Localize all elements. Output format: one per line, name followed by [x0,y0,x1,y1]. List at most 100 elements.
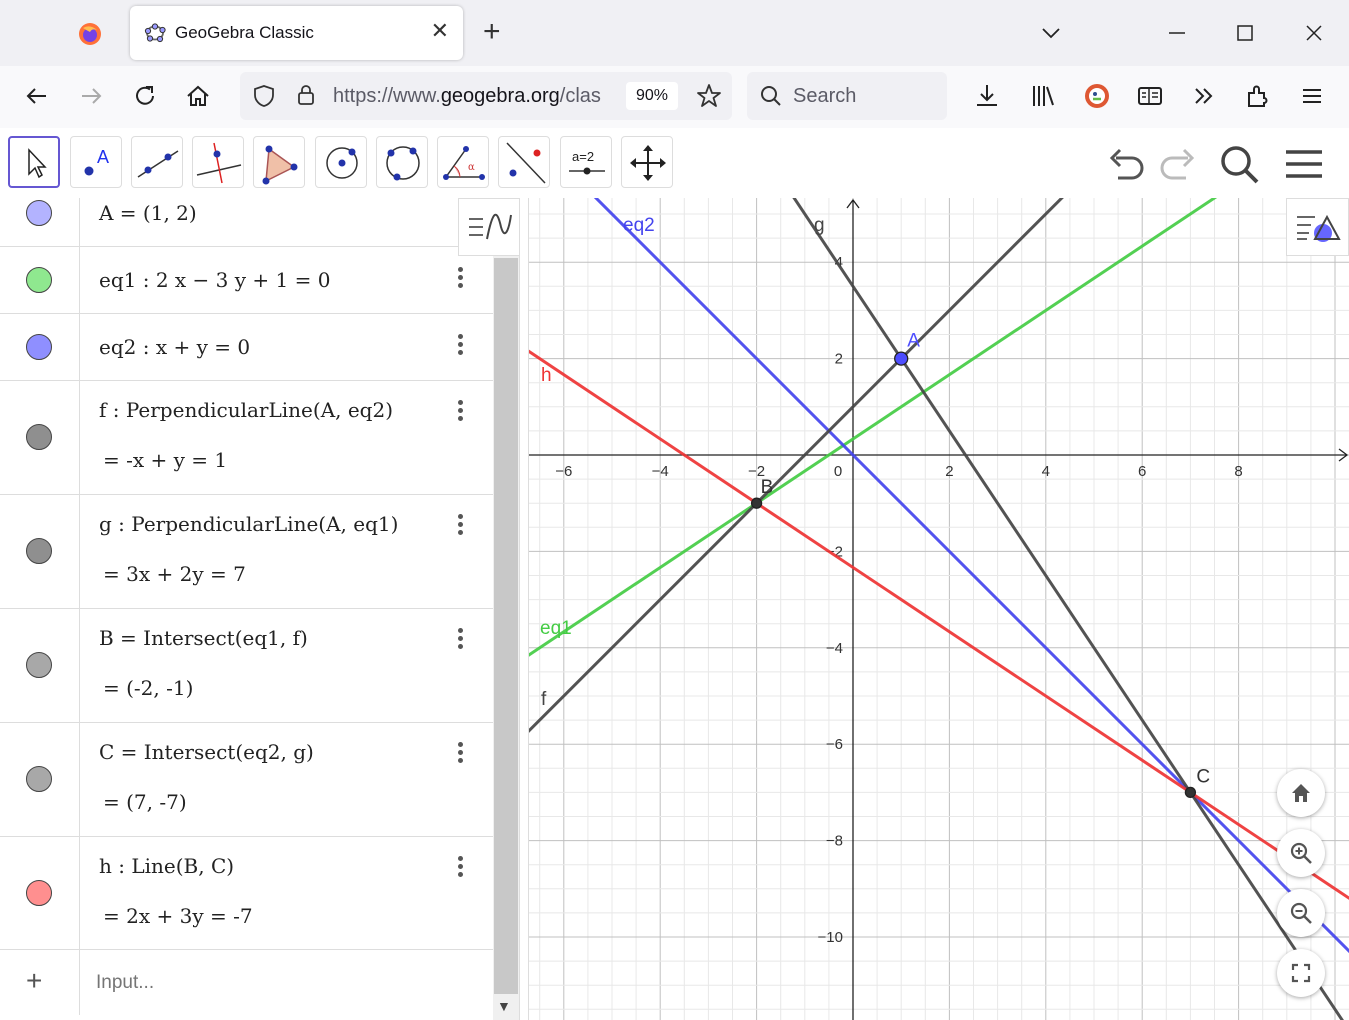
zoom-out-button[interactable] [1277,889,1325,937]
point-icon: A [84,147,109,176]
visibility-toggle-marble[interactable] [26,879,52,906]
point-label-C: C [1196,766,1210,787]
algebra-graph-toggle-icon [469,213,512,240]
algebra-definition[interactable]: eq2 : x + y = 0 [99,335,250,359]
algebra-input-row[interactable]: + [0,949,493,1015]
lock-icon[interactable] [294,83,318,107]
move-graphics-view-tool-button[interactable] [621,136,673,188]
x-tick-label: −6 [555,463,572,480]
algebra-row[interactable]: eq2 : x + y = 0 [0,313,493,381]
algebra-definition[interactable]: eq1 : 2 x − 3 y + 1 = 0 [99,268,330,292]
more-options-icon[interactable] [455,628,465,654]
algebra-row[interactable]: f : PerpendicularLine(A, eq2) = -x + y = … [0,380,493,495]
forward-arrow-icon[interactable] [76,81,106,111]
algebra-style-bar-toggle[interactable] [458,198,520,256]
point-tool-button[interactable]: A [70,136,122,188]
search-icon[interactable] [1217,142,1263,188]
visibility-toggle-marble[interactable] [26,538,52,564]
active-tab[interactable]: GeoGebra Classic ✕ [130,6,463,60]
line-tool-button[interactable] [131,136,183,188]
algebra-row[interactable]: h : Line(B, C) = 2x + 3y = -7 [0,836,493,950]
point-C[interactable] [1184,786,1197,799]
duckduckgo-icon[interactable] [1082,81,1112,111]
algebra-definition[interactable]: g : PerpendicularLine(A, eq1) [99,512,398,536]
minimize-button[interactable] [1162,18,1192,48]
algebra-definition[interactable]: h : Line(B, C) [99,854,234,878]
close-window-button[interactable] [1299,18,1329,48]
standard-view-button[interactable] [1277,769,1325,817]
x-tick-label: −4 [652,463,669,480]
undo-icon[interactable] [1104,142,1150,188]
angle-tool-button[interactable]: α [437,136,489,188]
visibility-toggle-marble[interactable] [26,333,52,360]
algebra-row[interactable]: A = (1, 2) [0,198,493,247]
home-icon[interactable] [183,81,213,111]
graphics-style-bar-toggle[interactable] [1286,198,1349,256]
shield-icon[interactable] [252,84,276,108]
reflect-tool-button[interactable] [498,136,550,188]
circle-three-points-icon [386,146,420,181]
new-tab-button[interactable]: + [483,16,501,48]
firefox-icon[interactable] [78,22,102,46]
more-options-icon[interactable] [455,856,465,882]
y-tick-label: 2 [835,351,843,368]
search-bar[interactable]: Search [747,72,947,120]
more-options-icon[interactable] [455,400,465,426]
more-tools-icon[interactable] [1189,81,1219,111]
more-options-icon[interactable] [455,514,465,540]
visibility-toggle-marble[interactable] [26,266,52,293]
bookmark-star-icon[interactable] [696,83,722,109]
line-f[interactable] [529,198,1349,768]
add-icon[interactable]: + [26,967,42,995]
main-menu-icon[interactable] [1282,142,1328,188]
point-label-A: A [907,331,920,352]
algebra-row[interactable]: B = Intersect(eq1, f) = (-2, -1) [0,608,493,723]
zoom-in-button[interactable] [1277,829,1325,877]
app-menu-icon[interactable] [1297,81,1327,111]
visibility-toggle-marble[interactable] [26,766,52,792]
algebra-row[interactable]: eq1 : 2 x − 3 y + 1 = 0 [0,246,493,314]
close-tab-icon[interactable]: ✕ [431,19,449,43]
algebra-definition[interactable]: C = Intersect(eq2, g) [99,740,314,764]
visibility-toggle-marble[interactable] [26,200,52,226]
graphics-view[interactable]: −6−4−20246842−2−4−6−8−10eq2gheq1fABC [529,198,1349,1020]
visibility-toggle-marble[interactable] [26,424,52,450]
more-options-icon[interactable] [455,333,465,360]
view-splitter[interactable] [519,198,529,1020]
algebra-scrollbar-thumb[interactable] [494,258,518,994]
move-tool-button[interactable] [8,136,60,188]
perpendicular-line-tool-button[interactable] [192,136,244,188]
algebra-definition[interactable]: A = (1, 2) [99,201,197,225]
maximize-button[interactable] [1230,18,1260,48]
more-options-icon[interactable] [455,266,465,293]
point-B[interactable] [750,497,763,509]
scroll-down-icon[interactable]: ▼ [497,998,511,1014]
x-tick-label: 8 [1234,463,1242,480]
circle-three-points-tool-button[interactable] [376,136,428,188]
y-tick-label: −4 [826,640,843,657]
downloads-icon[interactable] [972,81,1002,111]
fullscreen-button[interactable] [1277,949,1325,997]
list-tabs-icon[interactable] [1036,18,1066,48]
algebra-row[interactable]: g : PerpendicularLine(A, eq1) = 3x + 2y =… [0,494,493,609]
reader-view-icon[interactable] [1135,81,1165,111]
back-arrow-icon[interactable] [22,81,52,111]
more-options-icon[interactable] [455,742,465,768]
address-bar[interactable]: https://www.geogebra.org/clas 90% [240,72,732,120]
visibility-toggle-marble[interactable] [26,652,52,678]
zoom-level-badge[interactable]: 90% [626,82,678,110]
extensions-icon[interactable] [1243,81,1273,111]
redo-icon[interactable] [1154,142,1200,188]
library-icon[interactable] [1028,81,1058,111]
algebra-definition[interactable]: f : PerpendicularLine(A, eq2) [99,398,393,422]
algebra-definition[interactable]: B = Intersect(eq1, f) [99,626,308,650]
url-text[interactable]: https://www.geogebra.org/clas [333,85,615,108]
algebra-input-field[interactable] [94,971,458,995]
slider-tool-button[interactable]: a=2 [560,136,612,188]
point-A[interactable] [894,351,909,366]
label-eq1: eq1 [540,618,572,639]
polygon-tool-button[interactable] [253,136,305,188]
circle-center-point-tool-button[interactable] [315,136,367,188]
algebra-row[interactable]: C = Intersect(eq2, g) = (7, -7) [0,722,493,837]
reload-icon[interactable] [130,81,160,111]
